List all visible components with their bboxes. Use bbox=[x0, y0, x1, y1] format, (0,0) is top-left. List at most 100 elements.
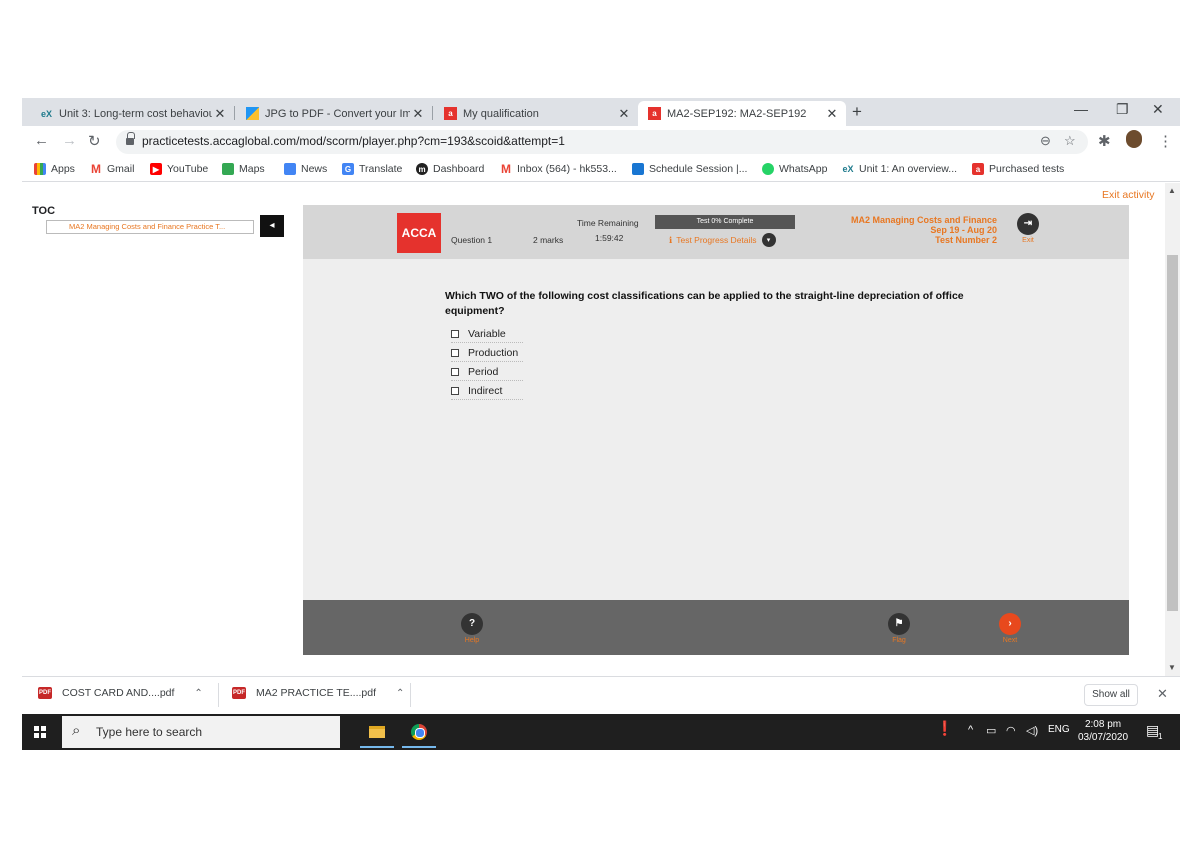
option-period[interactable]: Period bbox=[451, 363, 523, 381]
pdf-icon: PDF bbox=[38, 687, 52, 699]
omnibox[interactable]: practicetests.accaglobal.com/mod/scorm/p… bbox=[116, 130, 1088, 154]
language-indicator[interactable]: ENG bbox=[1048, 724, 1070, 735]
reload-icon[interactable]: ↻ bbox=[88, 132, 101, 150]
bookmark-gmail[interactable]: M Gmail bbox=[90, 162, 134, 176]
download-item-cost-card[interactable]: PDF COST CARD AND....pdf ⌃ bbox=[38, 687, 203, 699]
avatar[interactable] bbox=[1126, 130, 1142, 148]
acca-logo: ACCA bbox=[397, 213, 441, 253]
maps-icon bbox=[222, 163, 234, 175]
minimize-icon[interactable]: — bbox=[1074, 101, 1088, 117]
zoom-icon[interactable]: ⊖ bbox=[1040, 133, 1051, 149]
scrollbar-thumb[interactable] bbox=[1167, 255, 1178, 611]
bookmark-schedule[interactable]: Schedule Session |... bbox=[632, 163, 747, 175]
flag-label[interactable]: Flag bbox=[884, 637, 914, 644]
apps-grid-icon bbox=[34, 163, 46, 175]
close-icon[interactable]: ✕ bbox=[1157, 686, 1168, 702]
battery-icon[interactable]: ▭ bbox=[986, 724, 996, 737]
chrome-icon[interactable] bbox=[402, 718, 436, 748]
window-close-icon[interactable]: ✕ bbox=[1152, 101, 1164, 118]
pdf-icon: PDF bbox=[232, 687, 246, 699]
page-scrollbar[interactable]: ▲ ▼ bbox=[1165, 183, 1180, 676]
exit-icon[interactable]: ⇥ bbox=[1017, 213, 1039, 235]
close-icon[interactable]: ✕ bbox=[410, 106, 426, 122]
scorm-player: ACCA Question 1 2 marks Time Remaining 1… bbox=[303, 205, 1129, 655]
gmail-icon: M bbox=[91, 162, 101, 176]
help-label[interactable]: Help bbox=[457, 637, 487, 644]
bookmark-unit1[interactable]: eX Unit 1: An overview... bbox=[842, 163, 957, 175]
checkbox[interactable] bbox=[451, 386, 459, 395]
youtube-icon: ▶ bbox=[150, 163, 162, 175]
tab-my-qualification[interactable]: a My qualification ✕ bbox=[434, 101, 638, 126]
toc-heading: TOC bbox=[32, 205, 56, 217]
volume-icon[interactable]: ◁) bbox=[1026, 724, 1038, 737]
tab-unit3[interactable]: eX Unit 3: Long-term cost behaviour ✕ bbox=[30, 101, 234, 126]
bookmarks-bar: Apps M Gmail ▶ YouTube Maps News G Trans… bbox=[22, 158, 1180, 182]
chevron-down-icon: ▾ bbox=[761, 233, 776, 247]
checkbox[interactable] bbox=[451, 367, 459, 376]
close-icon[interactable]: ✕ bbox=[212, 106, 228, 122]
lock-icon bbox=[126, 132, 135, 145]
menu-kebab-icon[interactable]: ⋮ bbox=[1158, 132, 1173, 150]
chevron-up-icon[interactable]: ⌃ bbox=[396, 688, 404, 699]
scroll-down-icon[interactable]: ▼ bbox=[1168, 663, 1176, 672]
close-icon[interactable]: ✕ bbox=[824, 106, 840, 122]
bookmark-youtube[interactable]: ▶ YouTube bbox=[150, 163, 208, 175]
url-text[interactable]: practicetests.accaglobal.com/mod/scorm/p… bbox=[142, 134, 565, 148]
next-label[interactable]: Next bbox=[995, 637, 1025, 644]
checkbox[interactable] bbox=[451, 348, 459, 357]
show-all-button[interactable]: Show all bbox=[1084, 684, 1138, 706]
windows-taskbar: ⌕ Type here to search ❗ ^ ▭ ◠ ◁) ENG 2:0… bbox=[22, 714, 1180, 750]
exit-label[interactable]: Exit bbox=[1013, 237, 1043, 244]
bookmark-dashboard[interactable]: m Dashboard bbox=[416, 163, 484, 175]
scroll-up-icon[interactable]: ▲ bbox=[1168, 186, 1176, 195]
bookmark-whatsapp[interactable]: WhatsApp bbox=[762, 163, 827, 175]
toc-item[interactable]: MA2 Managing Costs and Finance Practice … bbox=[46, 220, 254, 234]
address-bar-row: ← → ↻ practicetests.accaglobal.com/mod/s… bbox=[22, 126, 1180, 158]
tab-bar: eX Unit 3: Long-term cost behaviour ✕ JP… bbox=[22, 98, 1180, 126]
windows-start-icon[interactable] bbox=[34, 726, 46, 738]
option-variable[interactable]: Variable bbox=[451, 325, 523, 343]
extensions-icon[interactable]: ✱ bbox=[1098, 132, 1111, 150]
file-explorer-icon[interactable] bbox=[360, 718, 394, 748]
tab-separator bbox=[432, 106, 433, 120]
tab-ma2-active[interactable]: a MA2-SEP192: MA2-SEP192 ✕ bbox=[638, 101, 846, 126]
bookmark-translate[interactable]: G Translate bbox=[342, 163, 402, 175]
bookmark-inbox[interactable]: M Inbox (564) - hk553... bbox=[500, 162, 617, 176]
scorm-footer: ? Help ⚑ Flag › Next bbox=[303, 600, 1129, 655]
download-item-ma2-practice[interactable]: PDF MA2 PRACTICE TE....pdf ⌃ bbox=[232, 687, 404, 699]
new-tab-plus-icon[interactable]: + bbox=[852, 102, 862, 122]
test-progress-details-button[interactable]: ℹ Test Progress Details ▾ bbox=[669, 233, 776, 247]
option-production[interactable]: Production bbox=[451, 344, 523, 362]
next-icon[interactable]: › bbox=[999, 613, 1021, 635]
close-icon[interactable]: ✕ bbox=[616, 106, 632, 122]
toc-collapse-button[interactable]: ◂ bbox=[260, 215, 284, 237]
time-remaining-label: Time Remaining bbox=[577, 218, 639, 228]
page-content: Exit activity ▲ ▼ TOC MA2 Managing Costs… bbox=[22, 183, 1180, 676]
option-indirect[interactable]: Indirect bbox=[451, 382, 523, 400]
exit-activity-link[interactable]: Exit activity bbox=[1102, 189, 1155, 201]
bookmark-apps[interactable]: Apps bbox=[34, 163, 75, 175]
gmail-icon: M bbox=[501, 162, 511, 176]
back-icon[interactable]: ← bbox=[34, 132, 49, 149]
notification-app-icon[interactable]: ❗ bbox=[936, 720, 953, 737]
translate-icon: G bbox=[342, 163, 354, 175]
checkbox[interactable] bbox=[451, 329, 459, 338]
chevron-up-icon[interactable]: ⌃ bbox=[194, 688, 202, 699]
wifi-icon[interactable]: ◠ bbox=[1006, 724, 1016, 737]
bookmark-news[interactable]: News bbox=[284, 163, 327, 175]
bookmark-purchased-tests[interactable]: a Purchased tests bbox=[972, 163, 1064, 175]
question-text: Which TWO of the following cost classifi… bbox=[445, 290, 964, 317]
star-icon[interactable]: ☆ bbox=[1064, 133, 1076, 149]
restore-icon[interactable]: ❐ bbox=[1116, 101, 1129, 118]
taskbar-search-input[interactable]: ⌕ Type here to search bbox=[62, 716, 340, 748]
chevron-up-icon[interactable]: ^ bbox=[968, 724, 973, 736]
taskbar-clock[interactable]: 2:08 pm 03/07/2020 bbox=[1078, 718, 1128, 744]
forward-icon[interactable]: → bbox=[62, 132, 77, 149]
bookmark-maps[interactable]: Maps bbox=[222, 163, 265, 175]
tab-jpg-to-pdf[interactable]: JPG to PDF - Convert your Image ✕ bbox=[236, 101, 432, 126]
flag-icon[interactable]: ⚑ bbox=[888, 613, 910, 635]
help-icon[interactable]: ? bbox=[461, 613, 483, 635]
acca-icon: a bbox=[972, 163, 984, 175]
screen: eX Unit 3: Long-term cost behaviour ✕ JP… bbox=[22, 98, 1180, 750]
time-remaining-value: 1:59:42 bbox=[595, 233, 624, 243]
